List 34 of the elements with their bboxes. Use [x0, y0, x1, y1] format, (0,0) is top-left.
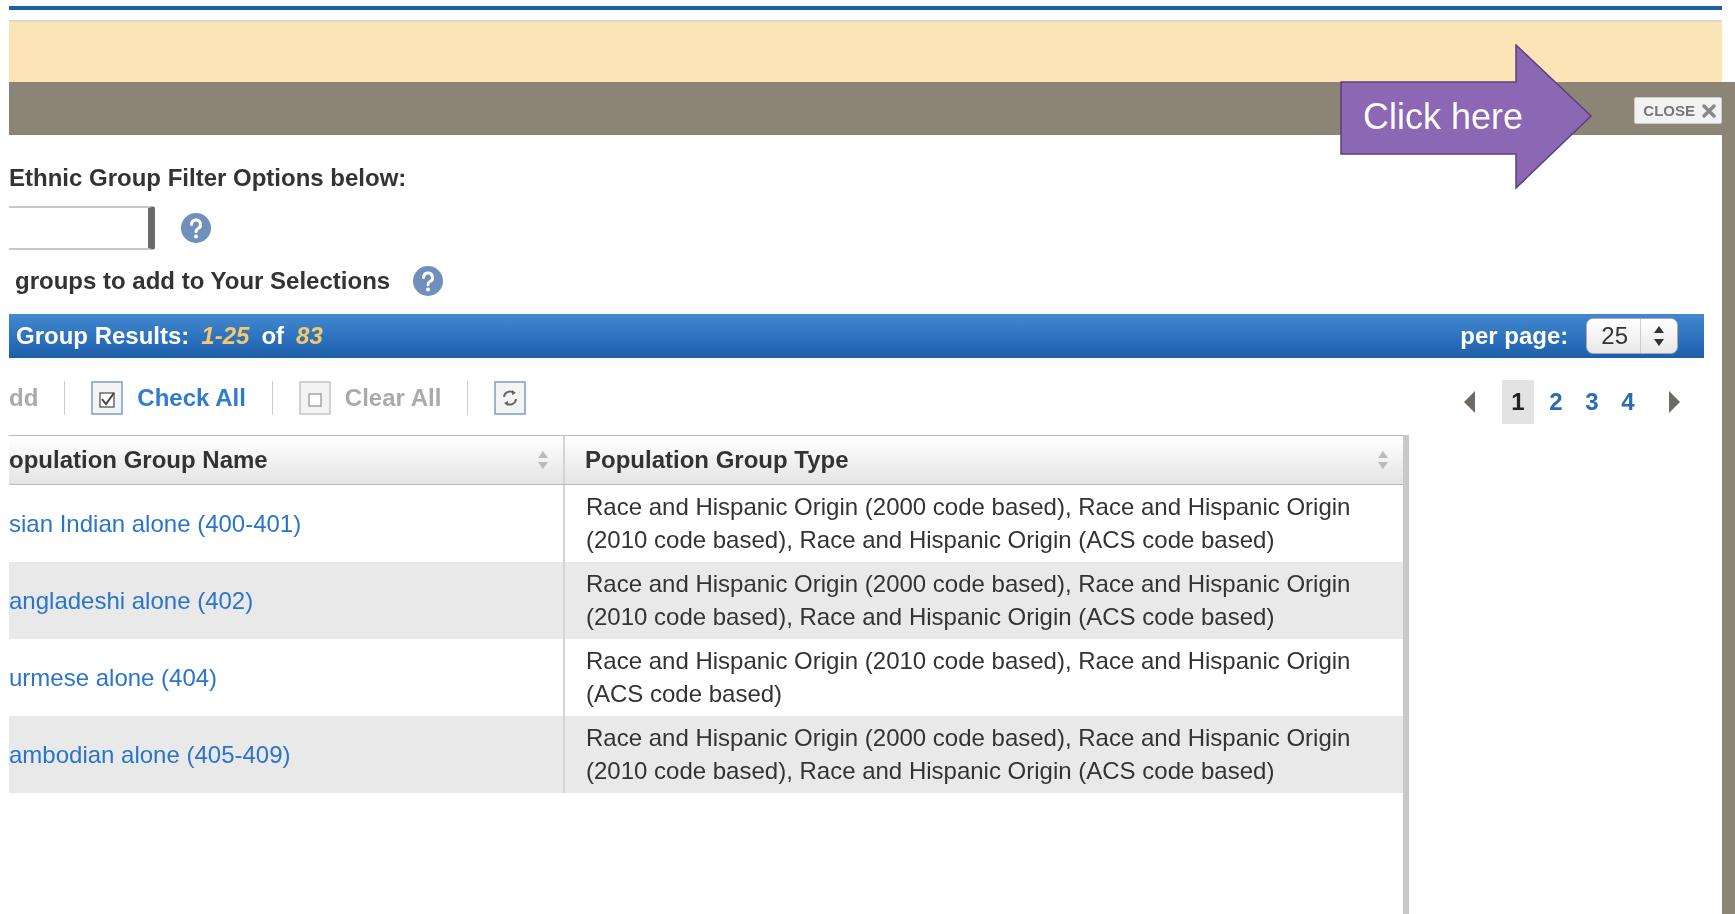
page-link[interactable]: 4 — [1614, 379, 1642, 424]
page-link[interactable]: 1 — [1502, 379, 1534, 424]
group-name-link[interactable]: angladeshi alone (402) — [9, 583, 254, 617]
instruction-text: groups to add to Your Selections — [15, 267, 391, 295]
group-type-text: Race and Hispanic Origin (2000 code based), Race and Hispanic Origin (2010 code based), Race and Hispanic Origin (ACS code based) — [586, 492, 1352, 555]
page-link[interactable]: 3 — [1578, 379, 1606, 424]
check-all-link[interactable]: Check All — [137, 384, 246, 412]
group-name-link[interactable]: sian Indian alone (400-401) — [9, 506, 302, 540]
column-header[interactable]: opulation Group Name — [9, 436, 565, 484]
help-icon[interactable] — [412, 265, 445, 297]
per-page-select[interactable]: 25 — [1586, 318, 1678, 354]
column-header[interactable]: Population Group Type — [565, 436, 1403, 484]
group-type-text: Race and Hispanic Origin (2010 code based), Race and Hispanic Origin (ACS code based) — [586, 646, 1352, 709]
group-type-text: Race and Hispanic Origin (2000 code based), Race and Hispanic Origin (2010 code based), Race and Hispanic Origin (ACS code based) — [586, 569, 1352, 632]
group-name-link[interactable]: ambodian alone (405-409) — [9, 737, 291, 771]
group-name-link[interactable]: urmese alone (404) — [9, 660, 218, 694]
results-range: 1-25 — [201, 322, 250, 350]
results-label: Group Results: — [16, 322, 190, 350]
previous-icon[interactable] — [1464, 390, 1476, 413]
filter-heading: Ethnic Group Filter Options below: — [9, 163, 408, 193]
next-icon[interactable] — [1668, 390, 1680, 413]
page-link[interactable]: 2 — [1542, 379, 1570, 424]
refresh-icon[interactable] — [494, 381, 527, 415]
help-icon[interactable] — [180, 212, 212, 244]
group-type-text: Race and Hispanic Origin (2000 code based), Race and Hispanic Origin (2010 code based), Race and Hispanic Origin (ACS code based) — [586, 723, 1352, 786]
close-button[interactable]: CLOSE — [1634, 97, 1722, 124]
checked-box-icon[interactable] — [91, 381, 124, 415]
close-icon[interactable] — [1701, 102, 1717, 119]
callout-arrow: Click here — [1340, 44, 1594, 190]
results-of: of — [261, 322, 285, 350]
stepper-icon[interactable] — [1653, 325, 1665, 347]
search-field[interactable] — [9, 206, 155, 250]
results-total: 83 — [296, 322, 323, 350]
per-page-label: per page: — [1460, 322, 1569, 350]
